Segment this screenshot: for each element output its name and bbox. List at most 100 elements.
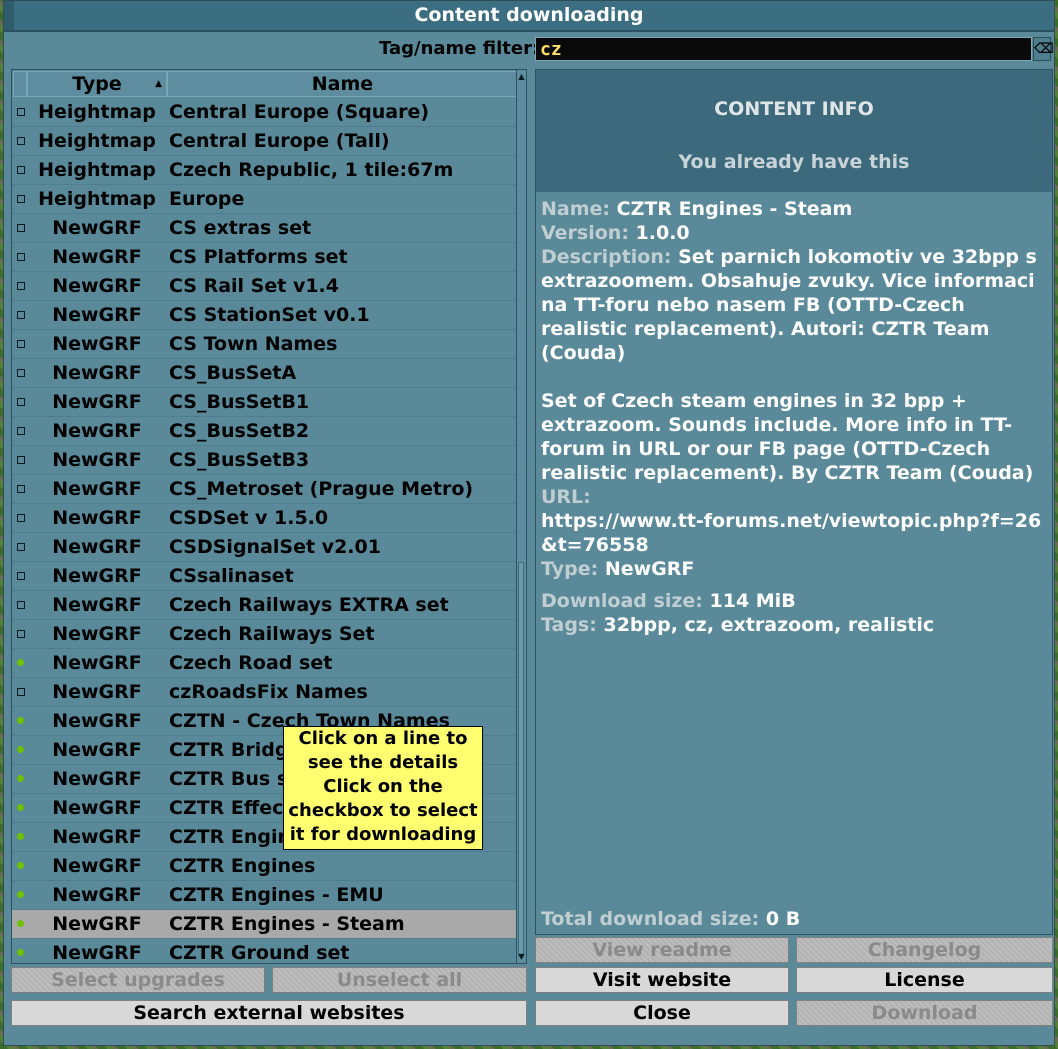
scroll-thumb[interactable] <box>518 562 524 957</box>
select-checkbox-icon[interactable] <box>17 253 25 261</box>
row-name: Czech Railways EXTRA set <box>169 594 449 616</box>
installed-status-icon[interactable] <box>17 891 24 898</box>
select-checkbox-icon[interactable] <box>17 195 25 203</box>
total-size-label: Total download size: <box>541 908 760 930</box>
installed-status-icon[interactable] <box>17 833 24 840</box>
list-item[interactable]: Heightmap Czech Republic, 1 tile:67m <box>12 156 518 185</box>
installed-status-icon[interactable] <box>17 717 24 724</box>
list-item[interactable]: NewGRF Czech Railways EXTRA set <box>12 591 518 620</box>
list-scrollbar[interactable]: ▲ ▼ <box>516 70 526 963</box>
select-checkbox-icon[interactable] <box>17 398 25 406</box>
select-checkbox-icon[interactable] <box>17 224 25 232</box>
installed-status-icon[interactable] <box>17 949 24 956</box>
window-close-icon[interactable] <box>4 1 14 30</box>
list-item[interactable]: NewGRF CS StationSet v0.1 <box>12 301 518 330</box>
row-type: NewGRF <box>52 304 142 326</box>
select-checkbox-icon[interactable] <box>17 543 25 551</box>
select-checkbox-icon[interactable] <box>17 311 25 319</box>
list-item[interactable]: NewGRF Czech Railways Set <box>12 620 518 649</box>
help-tooltip: Click on a line to see the details Click o… <box>283 726 483 850</box>
row-type: Heightmap <box>38 101 156 123</box>
row-type: NewGRF <box>52 333 142 355</box>
row-name: CS_Metroset (Prague Metro) <box>169 478 474 500</box>
row-name: CS_BusSetB1 <box>169 391 310 413</box>
installed-status-icon[interactable] <box>17 659 24 666</box>
visit-website-button[interactable]: Visit website <box>535 967 789 993</box>
download-size-label: Download size: <box>541 590 703 612</box>
list-item[interactable]: NewGRF CSsalinaset <box>12 562 518 591</box>
installed-status-icon[interactable] <box>17 775 24 782</box>
select-checkbox-icon[interactable] <box>17 601 25 609</box>
select-checkbox-icon[interactable] <box>17 572 25 580</box>
list-item[interactable]: NewGRF CZTR Engines - EMU <box>12 881 518 910</box>
list-item[interactable]: NewGRF CS_BusSetB1 <box>12 388 518 417</box>
row-type: Heightmap <box>38 130 156 152</box>
download-button[interactable]: Download <box>796 1000 1053 1026</box>
list-item[interactable]: NewGRF Czech Road set <box>12 649 518 678</box>
select-checkbox-icon[interactable] <box>17 137 25 145</box>
select-checkbox-icon[interactable] <box>17 456 25 464</box>
list-item[interactable]: Heightmap Europe <box>12 185 518 214</box>
list-item[interactable]: NewGRF CS_BusSetA <box>12 359 518 388</box>
select-checkbox-icon[interactable] <box>17 688 25 696</box>
row-type: NewGRF <box>52 710 142 732</box>
select-checkbox-icon[interactable] <box>17 369 25 377</box>
type-header-label: Type <box>72 73 122 95</box>
select-checkbox-icon[interactable] <box>17 340 25 348</box>
list-item[interactable]: NewGRF CSDSet v 1.5.0 <box>12 504 518 533</box>
close-button[interactable]: Close <box>535 1000 789 1026</box>
installed-status-icon[interactable] <box>17 920 24 927</box>
checkbox-column-header[interactable] <box>13 71 27 97</box>
list-item[interactable]: NewGRF CSDSignalSet v2.01 <box>12 533 518 562</box>
scroll-down-icon[interactable]: ▼ <box>517 952 526 961</box>
tooltip-line: Click on a line to <box>298 728 468 749</box>
select-upgrades-button[interactable]: Select upgrades <box>11 967 265 993</box>
select-checkbox-icon[interactable] <box>17 630 25 638</box>
content-info-status: You already have this <box>678 151 910 173</box>
row-type: NewGRF <box>52 391 142 413</box>
row-type: NewGRF <box>52 768 142 790</box>
list-item[interactable]: NewGRF CS Rail Set v1.4 <box>12 272 518 301</box>
list-item[interactable]: Heightmap Central Europe (Tall) <box>12 127 518 156</box>
list-item[interactable]: NewGRF CZTR Engines <box>12 852 518 881</box>
license-button[interactable]: License <box>796 967 1053 993</box>
installed-status-icon[interactable] <box>17 804 24 811</box>
scroll-up-icon[interactable]: ▲ <box>517 72 526 81</box>
list-item[interactable]: NewGRF CS Town Names <box>12 330 518 359</box>
url-label: URL: <box>541 486 591 508</box>
title-bar[interactable]: Content downloading <box>4 1 1054 32</box>
installed-status-icon[interactable] <box>17 862 24 869</box>
view-readme-button[interactable]: View readme <box>535 937 789 963</box>
list-item[interactable]: NewGRF czRoadsFix Names <box>12 678 518 707</box>
unselect-all-button[interactable]: Unselect all <box>272 967 527 993</box>
search-external-websites-button[interactable]: Search external websites <box>11 1000 527 1026</box>
tag-name-filter-input[interactable]: cz <box>535 37 1032 61</box>
select-checkbox-icon[interactable] <box>17 282 25 290</box>
list-item[interactable]: NewGRF CZTR Engines - Steam <box>12 910 518 939</box>
list-item[interactable]: NewGRF CS extras set <box>12 214 518 243</box>
row-name: CS_BusSetB2 <box>169 420 310 442</box>
select-checkbox-icon[interactable] <box>17 166 25 174</box>
row-name: CS_BusSetB3 <box>169 449 310 471</box>
select-checkbox-icon[interactable] <box>17 427 25 435</box>
row-name: czRoadsFix Names <box>169 681 368 703</box>
list-item[interactable]: Heightmap Central Europe (Square) <box>12 98 518 127</box>
row-type: NewGRF <box>52 623 142 645</box>
select-checkbox-icon[interactable] <box>17 108 25 116</box>
list-item[interactable]: NewGRF CS Platforms set <box>12 243 518 272</box>
name-value: CZTR Engines - Steam <box>616 198 853 220</box>
list-item[interactable]: NewGRF CS_BusSetB2 <box>12 417 518 446</box>
download-size-value: 114 MiB <box>709 590 796 612</box>
name-column-header[interactable]: Name <box>167 71 518 97</box>
list-item[interactable]: NewGRF CS_Metroset (Prague Metro) <box>12 475 518 504</box>
select-checkbox-icon[interactable] <box>17 514 25 522</box>
type-column-header[interactable]: Type ▲ <box>27 71 167 97</box>
changelog-button[interactable]: Changelog <box>796 937 1053 963</box>
type-value: NewGRF <box>604 558 695 580</box>
list-item[interactable]: NewGRF CZTR Ground set <box>12 939 518 963</box>
installed-status-icon[interactable] <box>17 746 24 753</box>
row-type: NewGRF <box>52 362 142 384</box>
clear-text-icon[interactable]: ⌫ <box>1033 37 1054 61</box>
list-item[interactable]: NewGRF CS_BusSetB3 <box>12 446 518 475</box>
select-checkbox-icon[interactable] <box>17 485 25 493</box>
